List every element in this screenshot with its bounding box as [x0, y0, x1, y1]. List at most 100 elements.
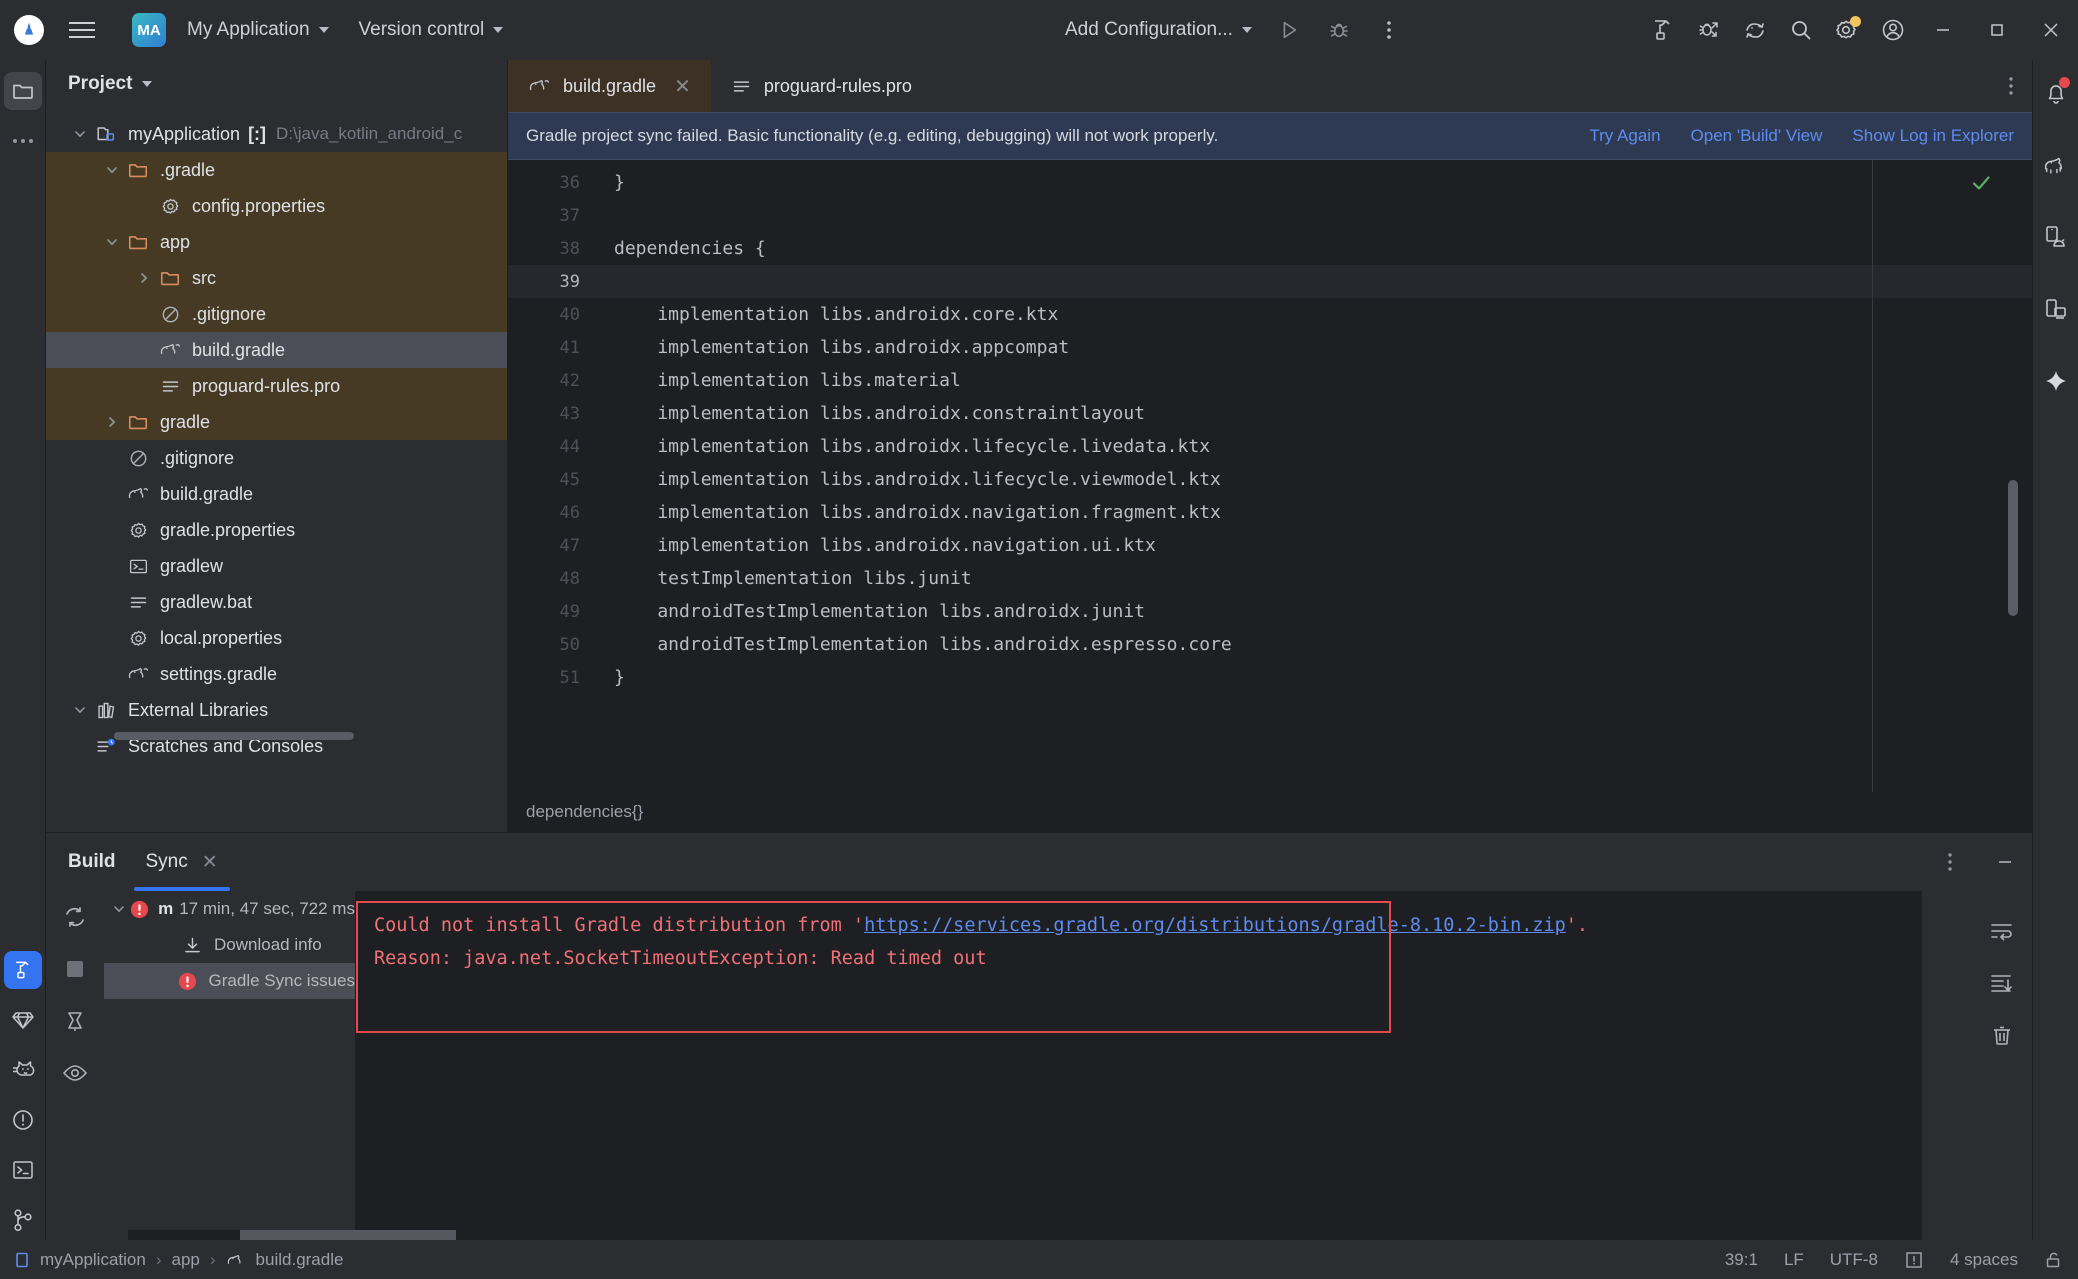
code-line[interactable]: implementation libs.androidx.navigation.… — [596, 496, 2032, 529]
hamburger-menu-icon[interactable] — [62, 10, 102, 50]
running-devices-button[interactable] — [2033, 284, 2078, 334]
tree-item-config-properties[interactable]: config.properties — [46, 188, 507, 224]
more-vertical-icon[interactable] — [1366, 7, 1412, 53]
caret-position[interactable]: 39:1 — [1725, 1250, 1758, 1270]
tree-item--gitignore[interactable]: .gitignore — [46, 440, 507, 476]
project-selector[interactable]: MA My Application — [122, 7, 339, 53]
inspections-icon[interactable] — [1904, 1250, 1924, 1270]
code-line[interactable] — [596, 265, 2032, 298]
stop-button[interactable] — [46, 943, 104, 995]
code-line[interactable]: implementation libs.androidx.appcompat — [596, 331, 2032, 364]
close-icon[interactable]: ✕ — [202, 851, 218, 874]
tree-arrow-icon[interactable] — [68, 703, 92, 717]
build-horizontal-scrollbar-track[interactable] — [128, 1230, 828, 1240]
gradle-tool-button[interactable] — [2033, 140, 2078, 190]
line-number[interactable]: 48 — [508, 562, 596, 595]
project-file-tree[interactable]: myApplication [:] D:\java_kotlin_android_c… — [46, 108, 507, 764]
editor-tab-options-button[interactable] — [2008, 60, 2014, 112]
line-number[interactable]: 40 — [508, 298, 596, 331]
tree-item-proguard-rules-pro[interactable]: proguard-rules.pro — [46, 368, 507, 404]
notifications-button[interactable] — [2033, 68, 2078, 118]
tree-item-external-libraries[interactable]: External Libraries — [46, 692, 507, 728]
tree-item-local-properties[interactable]: local.properties — [46, 620, 507, 656]
tree-item-build-gradle[interactable]: build.gradle — [46, 332, 507, 368]
build-panel-minimize-button[interactable] — [1977, 836, 2032, 888]
build-hammer-icon[interactable] — [1640, 7, 1686, 53]
line-number[interactable]: 50 — [508, 628, 596, 661]
tree-item-settings-gradle[interactable]: settings.gradle — [46, 656, 507, 692]
lock-icon[interactable] — [2044, 1250, 2064, 1270]
project-horizontal-scrollbar[interactable] — [114, 732, 354, 740]
pin-button[interactable] — [46, 995, 104, 1047]
tree-arrow-icon[interactable] — [100, 415, 124, 429]
sidebar-item-terminal[interactable] — [0, 1145, 46, 1195]
run-icon[interactable] — [1266, 7, 1312, 53]
attach-debugger-icon[interactable] — [1686, 7, 1732, 53]
tree-arrow-icon[interactable] — [100, 163, 124, 177]
line-number[interactable]: 51 — [508, 661, 596, 694]
line-number[interactable]: 47 — [508, 529, 596, 562]
sidebar-item-build[interactable] — [0, 945, 46, 995]
minimize-icon[interactable] — [1916, 0, 1970, 60]
line-separator[interactable]: LF — [1784, 1250, 1804, 1270]
build-panel-tab-sync[interactable]: Sync ✕ — [133, 833, 230, 891]
sidebar-item-logcat[interactable] — [0, 1045, 46, 1095]
status-breadcrumb-project[interactable]: myApplication — [40, 1250, 146, 1270]
line-number[interactable]: 36 — [508, 166, 596, 199]
close-icon[interactable] — [2024, 0, 2078, 60]
line-number[interactable]: 41 — [508, 331, 596, 364]
project-panel-header[interactable]: Project — [46, 60, 507, 108]
tree-item-gradlew[interactable]: gradlew — [46, 548, 507, 584]
code-line[interactable]: implementation libs.material — [596, 364, 2032, 397]
show-log-in-explorer-link[interactable]: Show Log in Explorer — [1852, 126, 2014, 146]
code-line[interactable]: implementation libs.androidx.lifecycle.l… — [596, 430, 2032, 463]
tree-item-app[interactable]: app — [46, 224, 507, 260]
build-horizontal-scrollbar-thumb[interactable] — [240, 1230, 456, 1240]
tree-item-gradle-properties[interactable]: gradle.properties — [46, 512, 507, 548]
tree-item--gitignore[interactable]: .gitignore — [46, 296, 507, 332]
line-number[interactable]: 45 — [508, 463, 596, 496]
build-panel-tab-build[interactable]: Build — [68, 833, 116, 891]
scroll-to-end-button[interactable] — [1974, 957, 2030, 1009]
chevron-down-icon[interactable] — [142, 81, 153, 87]
build-console[interactable]: Could not install Gradle distribution fr… — [356, 891, 1922, 1241]
editor-vertical-scrollbar[interactable] — [2008, 480, 2018, 616]
line-number[interactable]: 38 — [508, 232, 596, 265]
file-encoding[interactable]: UTF-8 — [1830, 1250, 1878, 1270]
maximize-icon[interactable] — [1970, 0, 2024, 60]
version-control-menu[interactable]: Version control — [349, 13, 514, 47]
code-line[interactable]: testImplementation libs.junit — [596, 562, 2032, 595]
sidebar-item-project[interactable] — [0, 66, 46, 116]
build-result-tree[interactable]: m 17 min, 47 sec, 722 ms Download info Grad… — [104, 891, 356, 1241]
build-tree-item-17-min-47-sec-722-ms[interactable]: m 17 min, 47 sec, 722 ms — [104, 891, 355, 927]
search-icon[interactable] — [1778, 7, 1824, 53]
build-panel-tabs[interactable]: Build Sync ✕ — [46, 833, 2032, 891]
code-line[interactable]: implementation libs.androidx.navigation.… — [596, 529, 2032, 562]
tree-item-build-gradle[interactable]: build.gradle — [46, 476, 507, 512]
checkmark-ok-icon[interactable] — [1970, 172, 1992, 194]
line-number[interactable]: 42 — [508, 364, 596, 397]
code-line[interactable]: dependencies { — [596, 232, 2032, 265]
gemini-button[interactable] — [2033, 356, 2078, 406]
code-line[interactable]: implementation libs.androidx.lifecycle.v… — [596, 463, 2032, 496]
device-manager-button[interactable] — [2033, 212, 2078, 262]
sidebar-item-problems[interactable] — [0, 1095, 46, 1145]
gear-icon[interactable] — [1824, 7, 1870, 53]
code-line[interactable]: implementation libs.androidx.constraintl… — [596, 397, 2032, 430]
line-number[interactable]: 39 — [508, 265, 596, 298]
editor-tab-proguard-rules-pro[interactable]: proguard-rules.pro — [711, 60, 932, 112]
line-number[interactable]: 43 — [508, 397, 596, 430]
open-build-view-link[interactable]: Open 'Build' View — [1691, 126, 1823, 146]
tree-arrow-icon[interactable] — [68, 127, 92, 141]
tree-item-gradle[interactable]: gradle — [46, 404, 507, 440]
editor-tab-build-gradle[interactable]: build.gradle ✕ — [508, 60, 711, 112]
run-configuration-selector[interactable]: Add Configuration... — [1055, 13, 1262, 47]
device-streaming-icon[interactable] — [1732, 7, 1778, 53]
sidebar-item-version-control[interactable] — [0, 1195, 46, 1245]
line-number[interactable]: 44 — [508, 430, 596, 463]
debug-icon[interactable] — [1316, 7, 1362, 53]
code-editor[interactable]: 36 37 38 39 40 41 42 43 44 45 46 47 48 49 50 51 } depend… — [508, 160, 2032, 832]
line-number[interactable]: 37 — [508, 199, 596, 232]
build-tree-item-gradle-sync-issues[interactable]: Gradle Sync issues — [104, 963, 355, 999]
clear-all-button[interactable] — [1974, 1009, 2030, 1061]
